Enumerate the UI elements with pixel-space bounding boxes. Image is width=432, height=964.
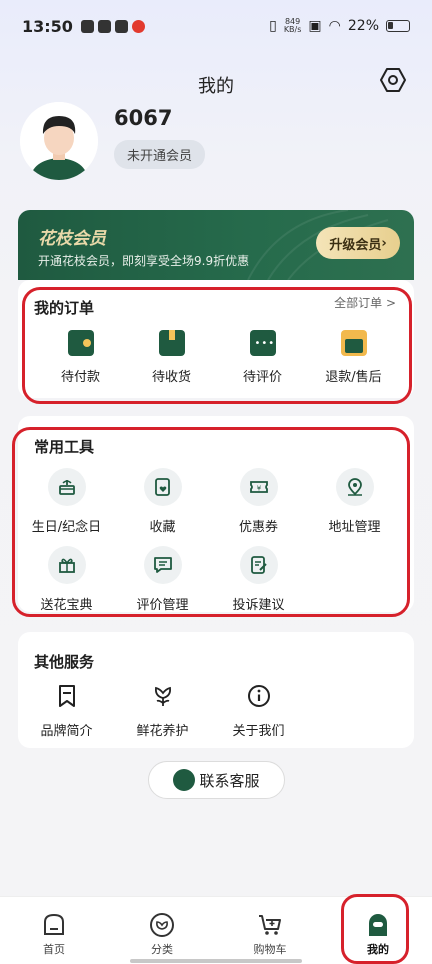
coupon-icon: ¥ bbox=[239, 468, 278, 506]
status-right: ▯ 849 KB/s ▣ ◠ 22% bbox=[269, 18, 410, 34]
tool-coupons[interactable]: ¥ 优惠券 bbox=[213, 468, 304, 535]
favorite-icon bbox=[143, 468, 182, 506]
wallet-icon bbox=[67, 330, 94, 356]
mail-icon bbox=[97, 19, 111, 33]
orders-card: 我的订单 全部订单 > 待付款 待收货 ••• 待评价 退款/售后 bbox=[18, 280, 414, 398]
info-icon bbox=[245, 682, 273, 710]
home-icon bbox=[44, 913, 64, 935]
tools-row-2: 送花宝典 评价管理 投诉建议 bbox=[18, 546, 414, 613]
feedback-icon bbox=[239, 546, 278, 584]
battery-level: 22% bbox=[347, 18, 379, 34]
status-bar: 13:50 ▯ 849 KB/s ▣ ◠ 22% bbox=[0, 0, 432, 52]
chevron-right-icon: > bbox=[385, 296, 396, 310]
profile-section[interactable]: 6067 未开通会员 bbox=[20, 102, 206, 180]
upgrade-vip-button[interactable]: 升级会员 › bbox=[316, 227, 400, 259]
order-pending-payment[interactable]: 待付款 bbox=[35, 330, 126, 385]
tool-flower-guide[interactable]: 送花宝典 bbox=[21, 546, 112, 613]
svg-text:¥: ¥ bbox=[256, 485, 261, 493]
page-title: 我的 bbox=[198, 76, 234, 97]
vip-description: 开通花枝会员，即刻享受全场9.9折优惠 bbox=[38, 254, 250, 268]
avatar[interactable] bbox=[20, 102, 98, 180]
service-flower-care[interactable]: 鲜花养护 bbox=[117, 682, 208, 739]
location-icon bbox=[335, 468, 374, 506]
tab-category[interactable]: 分类 bbox=[108, 897, 216, 964]
tiktok-icon bbox=[80, 19, 94, 33]
vip-card[interactable]: 花枝会员 开通花枝会员，即刻享受全场9.9折优惠 升级会员 › bbox=[18, 210, 414, 280]
vibrate-icon: ▯ bbox=[269, 18, 277, 34]
weibo-icon bbox=[131, 19, 145, 33]
battery-icon bbox=[386, 20, 410, 32]
home-indicator bbox=[130, 959, 302, 963]
category-icon bbox=[150, 913, 174, 937]
settings-icon[interactable] bbox=[380, 67, 406, 93]
bookmark-icon bbox=[53, 682, 81, 710]
vip-title: 花枝会员 bbox=[38, 229, 106, 249]
order-pending-receipt[interactable]: 待收货 bbox=[126, 330, 217, 385]
net-speed: 849 KB/s bbox=[283, 17, 302, 34]
order-refund[interactable]: 退款/售后 bbox=[308, 330, 399, 385]
other-services-title: 其他服务 bbox=[34, 653, 95, 671]
message-icon bbox=[143, 546, 182, 584]
wifi-icon: ◠ bbox=[328, 18, 341, 34]
tab-home[interactable]: 首页 bbox=[0, 897, 108, 964]
service-brand-intro[interactable]: 品牌简介 bbox=[21, 682, 112, 739]
book-icon bbox=[47, 546, 86, 584]
status-time: 13:50 bbox=[22, 16, 73, 36]
orders-row: 待付款 待收货 ••• 待评价 退款/售后 bbox=[18, 330, 414, 385]
tab-cart[interactable]: 购物车 bbox=[216, 897, 324, 964]
all-orders-link[interactable]: 全部订单 > bbox=[334, 294, 396, 311]
member-status-badge[interactable]: 未开通会员 bbox=[114, 139, 206, 169]
tool-favorites[interactable]: 收藏 bbox=[117, 468, 208, 535]
service-about-us[interactable]: 关于我们 bbox=[213, 682, 304, 739]
chevron-right-icon: › bbox=[381, 235, 387, 251]
contact-service-button[interactable]: 联系客服 bbox=[148, 761, 285, 799]
package-icon bbox=[158, 330, 185, 356]
tools-row-1: 生日/纪念日 收藏 ¥ 优惠券 地址管理 bbox=[18, 468, 414, 535]
notification-icons bbox=[80, 19, 145, 33]
other-services-row: 品牌简介 鲜花养护 关于我们 bbox=[18, 682, 414, 739]
tool-review-management[interactable]: 评价管理 bbox=[117, 546, 208, 613]
order-pending-review[interactable]: ••• 待评价 bbox=[217, 330, 308, 385]
headset-icon bbox=[173, 769, 196, 791]
profile-info: 6067 未开通会员 bbox=[114, 106, 206, 169]
app-icon bbox=[114, 19, 128, 33]
tab-bar: 首页 分类 购物车 我的 bbox=[0, 896, 432, 964]
tab-profile[interactable]: 我的 bbox=[324, 897, 432, 964]
tool-address[interactable]: 地址管理 bbox=[309, 468, 400, 535]
profile-icon bbox=[369, 914, 387, 936]
cake-icon bbox=[47, 468, 86, 506]
username: 6067 bbox=[114, 105, 173, 130]
tool-complaints[interactable]: 投诉建议 bbox=[213, 546, 304, 613]
comment-icon: ••• bbox=[249, 330, 276, 356]
tools-title: 常用工具 bbox=[34, 438, 95, 456]
refund-icon bbox=[340, 330, 367, 356]
sim-icon: ▣ bbox=[308, 18, 322, 34]
cart-icon bbox=[259, 915, 281, 935]
orders-title: 我的订单 bbox=[34, 299, 95, 317]
other-services-card: 其他服务 品牌简介 鲜花养护 关于我们 bbox=[18, 632, 414, 748]
tools-card: 常用工具 生日/纪念日 收藏 ¥ 优惠券 地址管理 送花宝典 评价管理 投诉建议 bbox=[18, 416, 414, 613]
flower-icon bbox=[149, 682, 177, 710]
tool-birthday[interactable]: 生日/纪念日 bbox=[21, 468, 112, 535]
